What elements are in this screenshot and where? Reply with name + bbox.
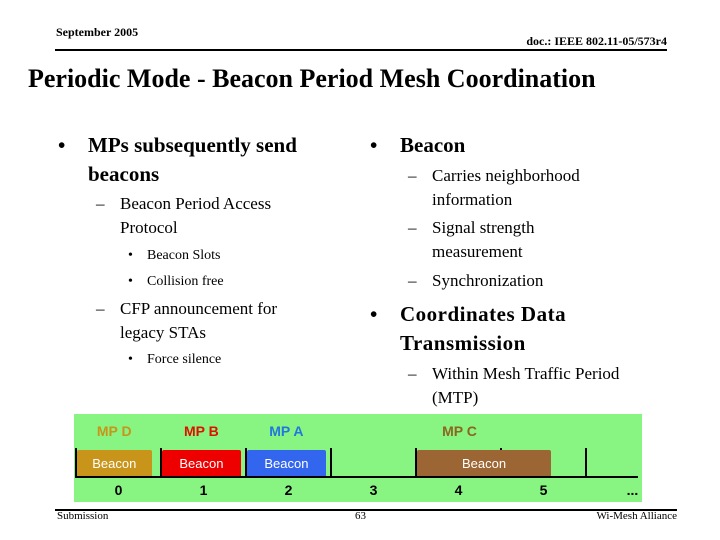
footer-page-number: 63 (355, 510, 366, 522)
bullet-beacon: • Beacon (370, 131, 465, 160)
bullet-icon: • (370, 133, 378, 157)
bullet-mps-send-beacons: • MPs subsequently send beacons (58, 131, 358, 189)
dash-icon: – (408, 166, 417, 185)
slot-number: 0 (114, 482, 123, 498)
beacon-block: Beacon (247, 450, 326, 476)
header-date: September 2005 (56, 25, 139, 39)
dash-icon: – (408, 364, 417, 383)
sub-sub-bullet-force-silence: • Force silence (128, 348, 221, 372)
slot-number: ... (626, 482, 639, 498)
bullet-icon: • (58, 133, 66, 157)
sub-sub-bullet-beacon-slots: • Beacon Slots (128, 244, 221, 268)
item-text: Force silence (147, 352, 222, 367)
item-text: Beacon Slots (147, 248, 221, 263)
dash-icon: – (96, 194, 105, 213)
beacon-block: Beacon (77, 450, 152, 476)
slot-number: 4 (454, 482, 463, 498)
sub-bullet-text-line2: Protocol (120, 218, 178, 237)
sub-bullet-bpap: – Beacon Period Access Protocol (96, 192, 356, 240)
sub-bullet-synchronization: – Synchronization (408, 269, 668, 293)
sub-bullet-text-line1: Signal strength (432, 218, 535, 237)
dash-icon: – (408, 271, 417, 290)
bullet-text-line1: Coordinates Data (400, 302, 567, 326)
bullet-text-line1: MPs subsequently send (88, 133, 297, 157)
dash-icon: – (408, 218, 417, 237)
sub-bullet-mtp: – Within Mesh Traffic Period (MTP) (408, 362, 688, 410)
mp-label: MP B (184, 423, 219, 439)
sub-bullet-text-line2: measurement (432, 242, 523, 261)
slot-number: 5 (539, 482, 548, 498)
dot-icon: • (128, 352, 133, 367)
sub-bullet-text-line2: (MTP) (432, 388, 479, 407)
sub-bullet-text: Synchronization (432, 271, 544, 290)
sub-bullet-cfp: – CFP announcement for legacy STAs (96, 297, 356, 345)
sub-bullet-text-line1: Carries neighborhood (432, 166, 580, 185)
slot-boundary-tick (585, 448, 587, 478)
slot-number: 2 (284, 482, 293, 498)
bullet-text-line2: beacons (88, 162, 160, 186)
slide-title: Periodic Mode - Beacon Period Mesh Coord… (28, 64, 596, 93)
slot-boundary-tick (330, 448, 332, 478)
beacon-slot-diagram: 0 1 2 3 4 5... Beacon MP D Beacon MP B Beacon MP A B… (74, 414, 642, 502)
slot-number: 1 (199, 482, 208, 498)
sub-bullet-signal-strength: – Signal strength measurement (408, 216, 668, 264)
bullet-icon: • (370, 302, 378, 326)
footer-submission: Submission (57, 510, 109, 522)
header-doc-id: doc.: IEEE 802.11-05/573r4 (526, 34, 667, 48)
slot-number: 3 (369, 482, 378, 498)
sub-bullet-text-line2: legacy STAs (120, 323, 206, 342)
mp-label: MP D (96, 423, 132, 439)
bullet-coordinates-data: • Coordinates Data Transmission (370, 300, 566, 358)
dot-icon: • (128, 248, 133, 263)
mp-label: MP A (269, 423, 304, 439)
sub-bullet-neighborhood: – Carries neighborhood information (408, 164, 668, 212)
bullet-text-line2: Transmission (400, 331, 526, 355)
bullet-text: Beacon (400, 133, 466, 157)
item-text: Collision free (147, 274, 224, 289)
dash-icon: – (96, 299, 105, 318)
dot-icon: • (128, 274, 133, 289)
beacon-block: Beacon (417, 450, 551, 476)
footer-organization: Wi-Mesh Alliance (596, 510, 677, 522)
sub-sub-bullet-collision-free: • Collision free (128, 270, 224, 294)
beacon-block: Beacon (162, 450, 241, 476)
header-divider (55, 49, 667, 51)
sub-bullet-text-line1: Beacon Period Access (120, 194, 272, 213)
mp-label: MP C (442, 423, 477, 439)
sub-bullet-text-line1: CFP announcement for (120, 299, 278, 318)
footer-divider (55, 509, 677, 511)
sub-bullet-text-line2: information (432, 190, 513, 209)
sub-bullet-text-line1: Within Mesh Traffic Period (432, 364, 620, 383)
